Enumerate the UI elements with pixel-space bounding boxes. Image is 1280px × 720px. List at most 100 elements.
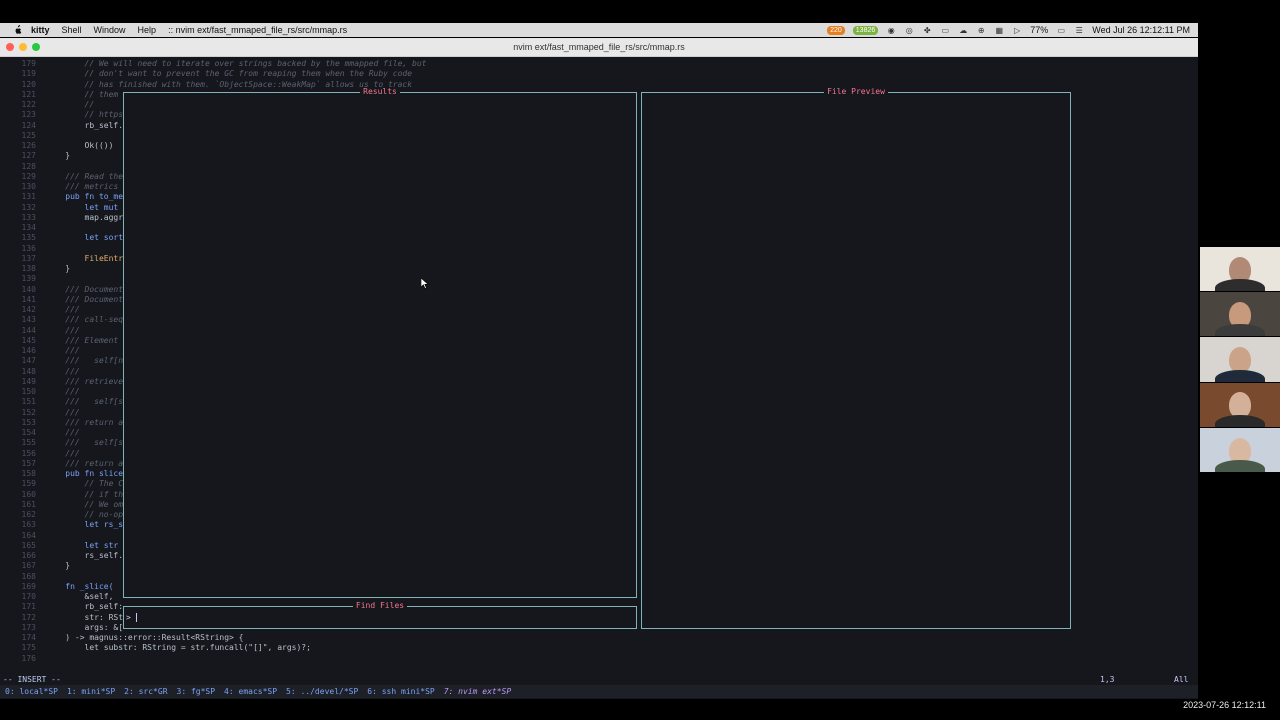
cloud-icon[interactable]: ☁ xyxy=(958,26,968,35)
code-text: /// xyxy=(46,366,80,376)
code-text: &self, xyxy=(46,592,114,601)
code-line[interactable]: 119 // don't want to prevent the GC from… xyxy=(0,69,1198,79)
code-text: /// Document xyxy=(46,294,124,304)
cursor-position: 1,3 xyxy=(1100,675,1115,684)
window-icon[interactable]: ▭ xyxy=(940,26,950,35)
code-text: // no-op xyxy=(46,510,124,519)
code-text: pub fn to_me xyxy=(46,192,124,202)
line-number: 152 xyxy=(21,407,36,417)
code-text: /// xyxy=(46,387,80,396)
puzzle-icon[interactable]: ✤ xyxy=(922,26,932,35)
line-number: 164 xyxy=(21,530,36,540)
participant-video-1[interactable] xyxy=(1200,247,1280,292)
tmux-tab-0[interactable]: 0: local*SP xyxy=(5,685,58,698)
code-text: /// self[n xyxy=(46,356,124,366)
code-text: /// Document xyxy=(46,284,124,294)
line-number: 121 xyxy=(21,89,36,99)
line-number: 169 xyxy=(21,581,36,591)
line-number: 146 xyxy=(21,346,36,355)
code-line[interactable]: 179 // We will need to iterate over stri… xyxy=(0,59,1198,69)
line-number: 122 xyxy=(21,100,36,109)
grid-icon[interactable]: ▦ xyxy=(994,26,1004,35)
code-text: Ok(()) xyxy=(46,141,114,150)
tmux-tab-7[interactable]: 7: nvim ext*SP xyxy=(444,685,511,698)
line-number: 136 xyxy=(21,243,36,253)
line-number: 159 xyxy=(21,479,36,489)
results-panel[interactable]: Results xyxy=(123,87,637,598)
code-text: rb_self: xyxy=(46,602,124,612)
tmux-tab-1[interactable]: 1: mini*SP xyxy=(67,685,115,698)
code-line[interactable]: 176 xyxy=(0,654,1198,664)
line-number: 166 xyxy=(21,551,36,560)
code-line[interactable]: 174 ) -> magnus::error::Result<RString> … xyxy=(0,633,1198,643)
line-number: 154 xyxy=(21,428,36,437)
line-number: 176 xyxy=(21,653,36,663)
code-text: fn _slice( xyxy=(46,581,114,591)
code-text: } xyxy=(46,264,71,273)
play-icon[interactable]: ▷ xyxy=(1012,26,1022,35)
tmux-tab-6[interactable]: 6: ssh mini*SP xyxy=(367,685,434,698)
menu-window[interactable]: Window xyxy=(94,25,126,35)
tmux-tab-4[interactable]: 4: emacs*SP xyxy=(224,685,277,698)
participant-video-2[interactable] xyxy=(1200,292,1280,337)
line-number: 151 xyxy=(21,397,36,407)
menubar-clock[interactable]: Wed Jul 26 12:12:11 PM xyxy=(1092,25,1190,35)
tmux-tab-3[interactable]: 3: fg*SP xyxy=(177,685,216,698)
code-text: /// metrics xyxy=(46,182,119,191)
menu-app-kitty[interactable]: kitty xyxy=(31,25,50,35)
code-line[interactable]: 175 let substr: RString = str.funcall("[… xyxy=(0,643,1198,653)
participant-video-5[interactable] xyxy=(1200,427,1280,473)
notification-icon[interactable]: ◎ xyxy=(904,26,914,35)
apple-icon[interactable] xyxy=(13,25,23,35)
line-number: 165 xyxy=(21,540,36,550)
code-text: } xyxy=(46,151,71,161)
results-title: Results xyxy=(360,87,400,96)
code-text: map.aggr xyxy=(46,212,124,222)
code-text: /// Read the xyxy=(46,171,124,181)
line-number: 175 xyxy=(21,643,36,653)
line-number: 174 xyxy=(21,633,36,642)
badge-green-count[interactable]: 13826 xyxy=(852,25,879,35)
code-text: /// xyxy=(46,325,80,335)
tmux-tab-5[interactable]: 5: ../devel/*SP xyxy=(286,685,358,698)
code-text: // We om xyxy=(46,499,124,509)
line-number: 167 xyxy=(21,561,36,571)
line-number: 161 xyxy=(21,499,36,509)
code-text: /// xyxy=(46,346,80,355)
menu-window-path[interactable]: :: nvim ext/fast_mmaped_file_rs/src/mmap… xyxy=(168,25,347,35)
menu-help[interactable]: Help xyxy=(138,25,157,35)
terminal-area[interactable]: 179 // We will need to iterate over stri… xyxy=(0,57,1198,699)
code-text: /// xyxy=(46,448,80,458)
participant-video-4[interactable] xyxy=(1200,382,1280,427)
tmux-tab-2[interactable]: 2: src*GR xyxy=(124,685,167,698)
scroll-indicator: All xyxy=(1174,675,1189,684)
code-text: rb_self. xyxy=(46,120,124,130)
code-text: let sort xyxy=(46,233,124,243)
participant-video-3[interactable] xyxy=(1200,337,1280,382)
mouse-pointer-icon xyxy=(421,278,429,289)
find-files-prompt-panel[interactable]: Find Files > xyxy=(123,601,637,629)
control-center-icon[interactable]: ☰ xyxy=(1074,26,1084,35)
line-number: 134 xyxy=(21,223,36,232)
battery-icon[interactable]: ▭ xyxy=(1056,26,1066,35)
line-number: 179 xyxy=(21,59,36,68)
line-number: 135 xyxy=(21,233,36,243)
menu-shell[interactable]: Shell xyxy=(62,25,82,35)
file-preview-title: File Preview xyxy=(824,87,888,96)
code-text: // xyxy=(46,100,95,109)
window-titlebar[interactable]: nvim ext/fast_mmaped_file_rs/src/mmap.rs xyxy=(0,38,1198,57)
ghost-icon[interactable]: ◉ xyxy=(886,26,896,35)
macos-menu-bar: kitty Shell Window Help :: nvim ext/fast… xyxy=(0,23,1198,37)
globe-icon[interactable]: ⊕ xyxy=(976,26,986,35)
line-number: 142 xyxy=(21,305,36,314)
code-text: /// return a xyxy=(46,417,124,427)
battery-percent: 77% xyxy=(1030,25,1049,35)
code-text: /// call-seq xyxy=(46,315,124,325)
line-number: 168 xyxy=(21,571,36,581)
line-number: 125 xyxy=(21,130,36,140)
code-text: /// xyxy=(46,305,80,314)
file-preview-panel: File Preview xyxy=(641,87,1071,629)
line-number: 170 xyxy=(21,592,36,601)
text-cursor xyxy=(135,613,137,622)
badge-red-count[interactable]: 220 xyxy=(827,25,845,35)
